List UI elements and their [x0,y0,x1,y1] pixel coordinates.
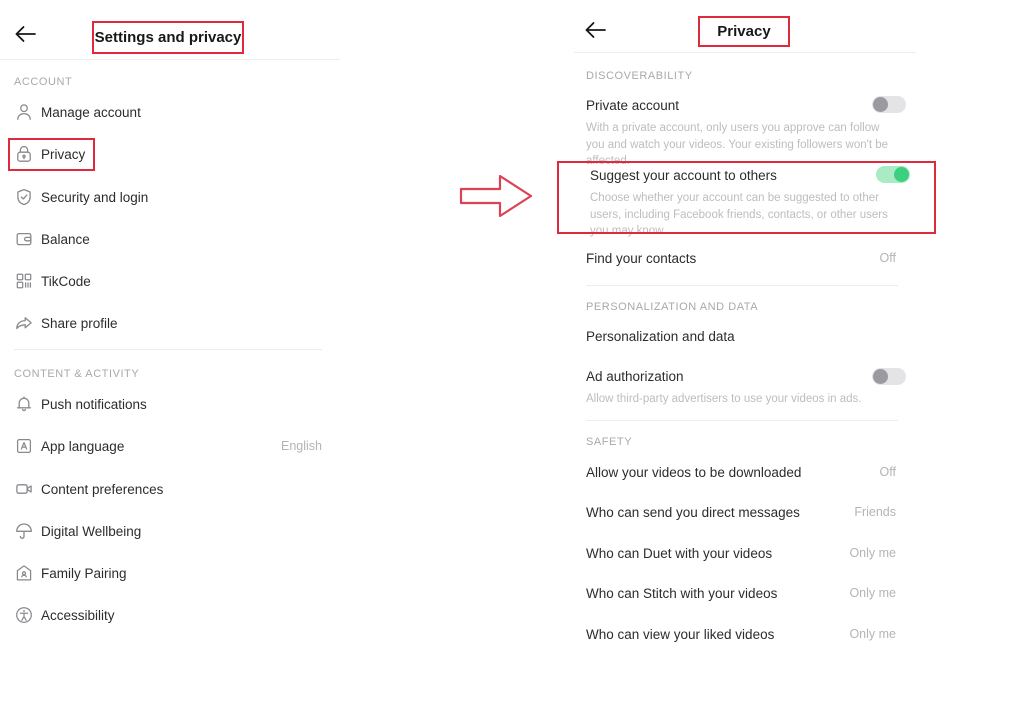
sidebar-item-label: Manage account [41,104,141,120]
umbrella-icon [14,521,34,541]
setting-value: Off [879,465,896,479]
sidebar-item-value: English [281,439,322,453]
sidebar-item-label: Accessibility [41,607,115,623]
privacy-panel: Privacy DISCOVERABILITY Private account … [557,0,950,712]
right-header: Privacy [560,0,950,60]
setting-label: Who can send you direct messages [586,505,800,520]
setting-row-who-can-send-direct-messages[interactable]: Who can send you direct messages Friends [560,505,950,527]
setting-row-find-your-contacts[interactable]: Find your contacts Off [560,251,950,273]
section-label-discoverability: DISCOVERABILITY [586,70,693,82]
setting-label: Who can Duet with your videos [586,546,773,561]
setting-row-who-can-view-liked-videos[interactable]: Who can view your liked videos Only me [560,627,950,649]
page-title-highlight: Privacy [698,16,790,47]
sidebar-item-label: Push notifications [41,396,147,412]
sidebar-item-push-notifications[interactable]: Push notifications [0,384,340,424]
setting-label: Personalization and data [586,329,735,344]
section-label-account: ACCOUNT [14,76,73,88]
person-icon [14,102,34,122]
sidebar-item-family-pairing[interactable]: Family Pairing [0,553,340,593]
setting-description: Allow third-party advertisers to use you… [586,393,862,405]
sidebar-item-privacy[interactable]: Privacy [0,134,340,174]
back-arrow-icon[interactable] [584,20,608,40]
sidebar-item-digital-wellbeing[interactable]: Digital Wellbeing [0,511,340,551]
setting-value: Off [879,251,896,265]
sidebar-item-security-and-login[interactable]: Security and login [0,177,340,217]
ad-authorization-toggle[interactable] [872,368,906,385]
page-title-highlight: Settings and privacy [92,21,244,54]
setting-label: Allow your videos to be downloaded [586,465,802,480]
sidebar-item-label: Privacy [41,146,86,162]
bell-icon [14,394,34,414]
left-header: Settings and privacy [0,0,340,60]
setting-row-private-account[interactable]: Private account With a private account, … [560,96,950,167]
suggest-account-toggle[interactable] [876,166,910,183]
setting-label: Who can Stitch with your videos [586,586,778,601]
section-divider [586,420,898,421]
sidebar-item-label: Family Pairing [41,565,127,581]
sidebar-item-label: Content preferences [41,481,164,497]
section-label-personalization-and-data: PERSONALIZATION AND DATA [586,301,759,313]
section-label-safety: SAFETY [586,436,633,448]
page-title: Privacy [717,23,771,40]
setting-description: With a private account, only users you a… [586,122,889,167]
sidebar-item-label: Balance [41,231,90,247]
setting-row-personalization-and-data[interactable]: Personalization and data [560,329,950,351]
toggle-knob [873,97,888,112]
setting-row-allow-videos-downloaded[interactable]: Allow your videos to be downloaded Off [560,465,950,487]
setting-row-who-can-stitch[interactable]: Who can Stitch with your videos Only me [560,586,950,608]
video-icon [14,479,34,499]
sidebar-item-app-language[interactable]: App language English [0,426,340,466]
lock-icon [14,144,34,164]
setting-label: Ad authorization [586,369,684,384]
sidebar-item-label: Security and login [41,189,149,205]
setting-value: Only me [849,546,896,560]
sidebar-item-share-profile[interactable]: Share profile [0,303,340,343]
back-arrow-icon[interactable] [14,24,38,44]
private-account-toggle[interactable] [872,96,906,113]
section-divider [14,349,322,350]
toggle-knob [894,167,909,182]
sidebar-item-tikcode[interactable]: TikCode [0,261,340,301]
qrcode-icon [14,271,34,291]
sidebar-item-accessibility[interactable]: Accessibility [0,595,340,635]
setting-description: Choose whether your account can be sugge… [590,192,888,237]
sidebar-item-label: Digital Wellbeing [41,523,142,539]
setting-row-ad-authorization[interactable]: Ad authorization Allow third-party adver… [560,368,950,411]
section-label-content-activity: CONTENT & ACTIVITY [14,368,140,380]
sidebar-item-balance[interactable]: Balance [0,219,340,259]
language-icon [14,436,34,456]
share-icon [14,313,34,333]
header-divider [0,59,340,60]
setting-label: Suggest your account to others [590,168,777,183]
setting-value: Only me [849,586,896,600]
sidebar-item-manage-account[interactable]: Manage account [0,92,340,132]
section-divider [586,285,898,286]
right-block-arrow-icon [458,168,536,224]
setting-value: Friends [854,505,896,519]
setting-row-who-can-duet[interactable]: Who can Duet with your videos Only me [560,546,950,568]
shield-icon [14,187,34,207]
family-home-icon [14,563,34,583]
setting-label: Private account [586,98,680,113]
wallet-icon [14,229,34,249]
toggle-knob [873,369,888,384]
settings-and-privacy-panel: Settings and privacy ACCOUNT Manage acco… [0,0,340,712]
setting-value: Only me [849,627,896,641]
setting-label: Who can view your liked videos [586,627,775,642]
setting-row-suggest-your-account-to-others[interactable]: Suggest your account to others Choose wh… [560,166,950,237]
sidebar-item-label: TikCode [41,273,91,289]
sidebar-item-content-preferences[interactable]: Content preferences [0,469,340,509]
sidebar-item-label: App language [41,438,125,454]
header-divider [574,52,916,53]
setting-label: Find your contacts [586,251,697,266]
page-title: Settings and privacy [94,29,242,46]
sidebar-item-label: Share profile [41,315,118,331]
accessibility-icon [14,605,34,625]
